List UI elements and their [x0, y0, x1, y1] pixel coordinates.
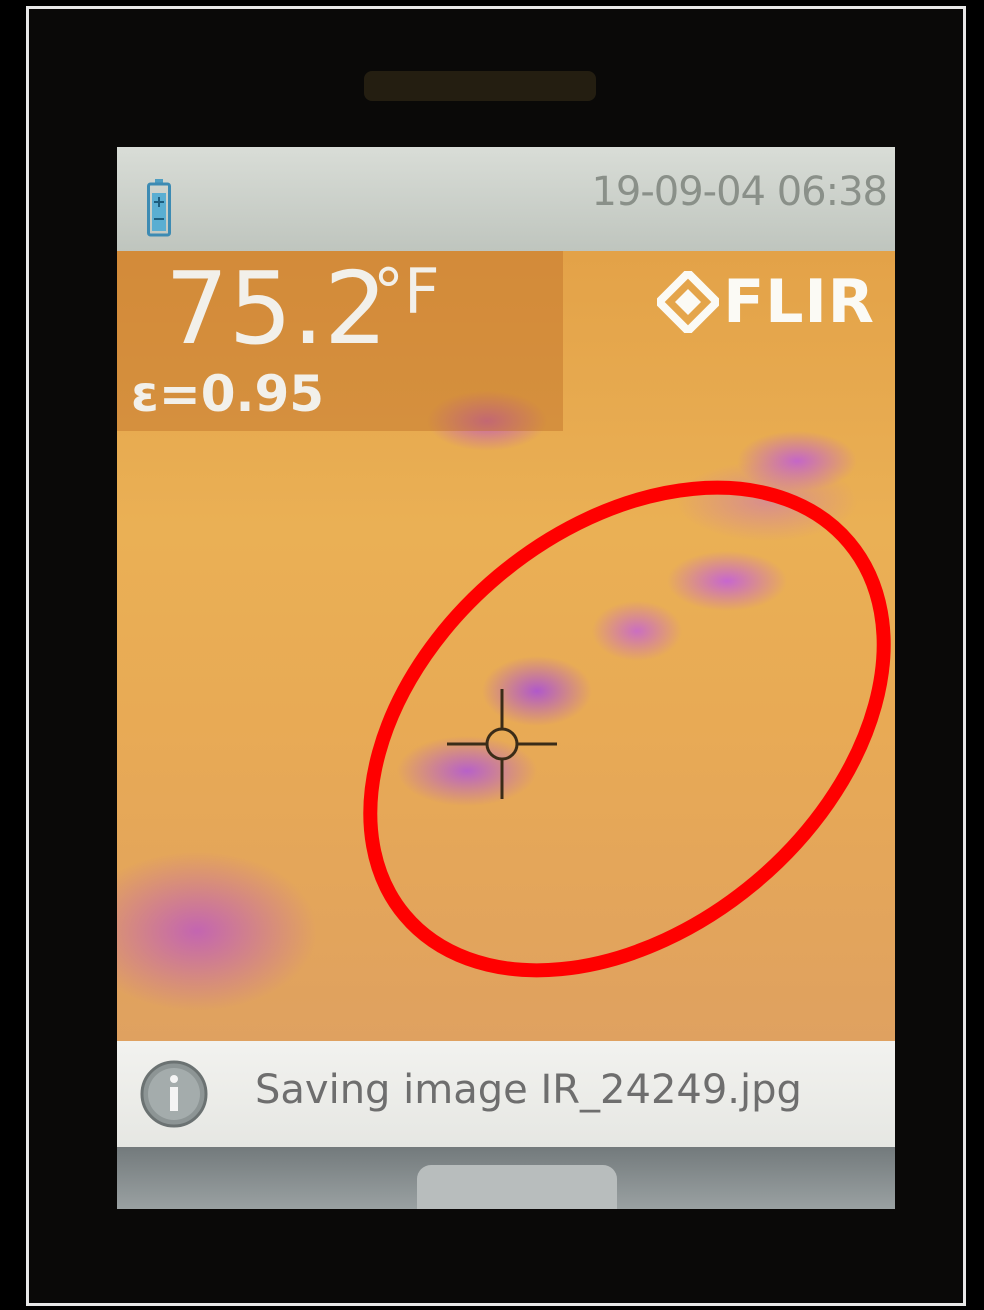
status-message: Saving image IR_24249.jpg	[255, 1067, 802, 1113]
flir-logo: FLIR	[657, 267, 875, 337]
thermal-image: 75.2 °F ε=0.95 FLIR	[117, 251, 895, 1137]
device-speaker	[364, 71, 596, 101]
flir-logo-mark	[657, 271, 720, 333]
emissivity-value: ε=0.95	[131, 365, 325, 423]
temperature-readout: 75.2 °F ε=0.95	[117, 251, 563, 431]
softkey-tab[interactable]	[417, 1165, 617, 1209]
logo-text: FLIR	[723, 267, 875, 337]
temperature-unit: °F	[373, 255, 440, 328]
status-bar: 19-09-04 06:38	[117, 147, 895, 251]
timestamp: 19-09-04 06:38	[591, 169, 888, 215]
crosshair-icon	[447, 689, 557, 799]
message-bar: Saving image IR_24249.jpg	[117, 1041, 895, 1147]
camera-screen: 19-09-04 06:38 75.2 °F ε=0.95 FLIR Savin…	[117, 147, 895, 1209]
photo-frame: 19-09-04 06:38 75.2 °F ε=0.95 FLIR Savin…	[26, 6, 966, 1306]
highlight-ellipse	[363, 480, 891, 978]
softkey-bar	[117, 1147, 895, 1209]
battery-icon	[147, 179, 171, 237]
info-icon	[140, 1060, 208, 1128]
temperature-value: 75.2	[165, 250, 388, 367]
